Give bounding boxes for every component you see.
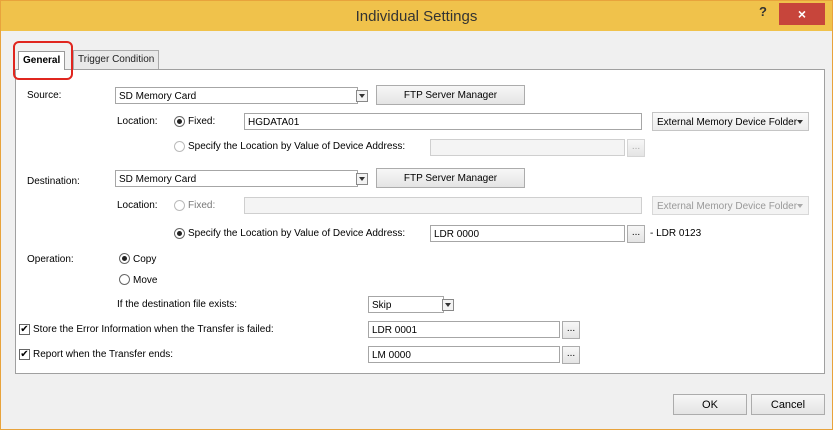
destination-folder-label: External Memory Device Folder (657, 201, 798, 212)
copy-label: Copy (133, 254, 157, 265)
general-panel: Source: SD Memory Card FTP Server Manage… (15, 69, 825, 374)
chevron-down-icon (797, 204, 803, 208)
destination-fixed-radio[interactable] (174, 200, 185, 211)
move-label: Move (133, 275, 158, 286)
source-location-label: Location: (117, 116, 158, 127)
file-exists-dropdown-icon[interactable] (442, 299, 454, 311)
source-specify-input[interactable] (430, 139, 625, 156)
tab-highlight-annotation (13, 41, 73, 80)
source-fixed-radio[interactable] (174, 116, 185, 127)
source-folder-dropdown[interactable]: External Memory Device Folder (652, 112, 809, 131)
window-title: Individual Settings (355, 8, 478, 25)
report-input[interactable]: LM 0000 (368, 346, 560, 363)
close-button[interactable]: × (779, 3, 825, 25)
error-info-label: Store the Error Information when the Tra… (33, 324, 274, 335)
dialog-window: Individual Settings ? × General Trigger … (0, 0, 833, 430)
report-checkbox[interactable]: ✔ (19, 349, 30, 360)
source-specify-label: Specify the Location by Value of Device … (188, 141, 406, 152)
source-ftp-button[interactable]: FTP Server Manager (376, 85, 525, 105)
report-browse-button[interactable]: ... (562, 346, 580, 364)
report-label: Report when the Transfer ends: (33, 349, 174, 360)
help-icon[interactable]: ? (753, 4, 773, 26)
cancel-button[interactable]: Cancel (751, 394, 825, 415)
destination-label: Destination: (27, 176, 80, 187)
error-info-checkbox[interactable]: ✔ (19, 324, 30, 335)
destination-browse-button[interactable]: ... (627, 225, 645, 243)
chevron-down-icon (797, 120, 803, 124)
destination-range-end: - LDR 0123 (650, 228, 702, 239)
operation-label: Operation: (27, 254, 74, 265)
destination-fixed-input[interactable] (244, 197, 642, 214)
destination-specify-label: Specify the Location by Value of Device … (188, 228, 406, 239)
destination-ftp-button[interactable]: FTP Server Manager (376, 168, 525, 188)
destination-specify-input[interactable]: LDR 0000 (430, 225, 625, 242)
source-folder-label: External Memory Device Folder (657, 117, 798, 128)
file-exists-select[interactable]: Skip (368, 296, 444, 313)
source-select[interactable]: SD Memory Card (115, 87, 358, 104)
source-specify-radio[interactable] (174, 141, 185, 152)
source-fixed-label: Fixed: (188, 116, 216, 127)
copy-radio[interactable] (119, 253, 130, 264)
error-info-input[interactable]: LDR 0001 (368, 321, 560, 338)
tab-trigger-condition[interactable]: Trigger Condition (73, 50, 160, 69)
source-dropdown-icon[interactable] (356, 90, 368, 102)
destination-fixed-label: Fixed: (188, 200, 216, 211)
title-bar: Individual Settings ? × (1, 1, 832, 31)
destination-location-label: Location: (117, 200, 158, 211)
file-exists-label: If the destination file exists: (117, 299, 238, 310)
source-browse-button[interactable]: ... (627, 139, 645, 157)
source-label: Source: (27, 90, 62, 101)
destination-folder-dropdown[interactable]: External Memory Device Folder (652, 196, 809, 215)
destination-select[interactable]: SD Memory Card (115, 170, 358, 187)
source-fixed-input[interactable]: HGDATA01 (244, 113, 642, 130)
destination-specify-radio[interactable] (174, 228, 185, 239)
ok-button[interactable]: OK (673, 394, 747, 415)
move-radio[interactable] (119, 274, 130, 285)
destination-dropdown-icon[interactable] (356, 173, 368, 185)
error-info-browse-button[interactable]: ... (562, 321, 580, 339)
